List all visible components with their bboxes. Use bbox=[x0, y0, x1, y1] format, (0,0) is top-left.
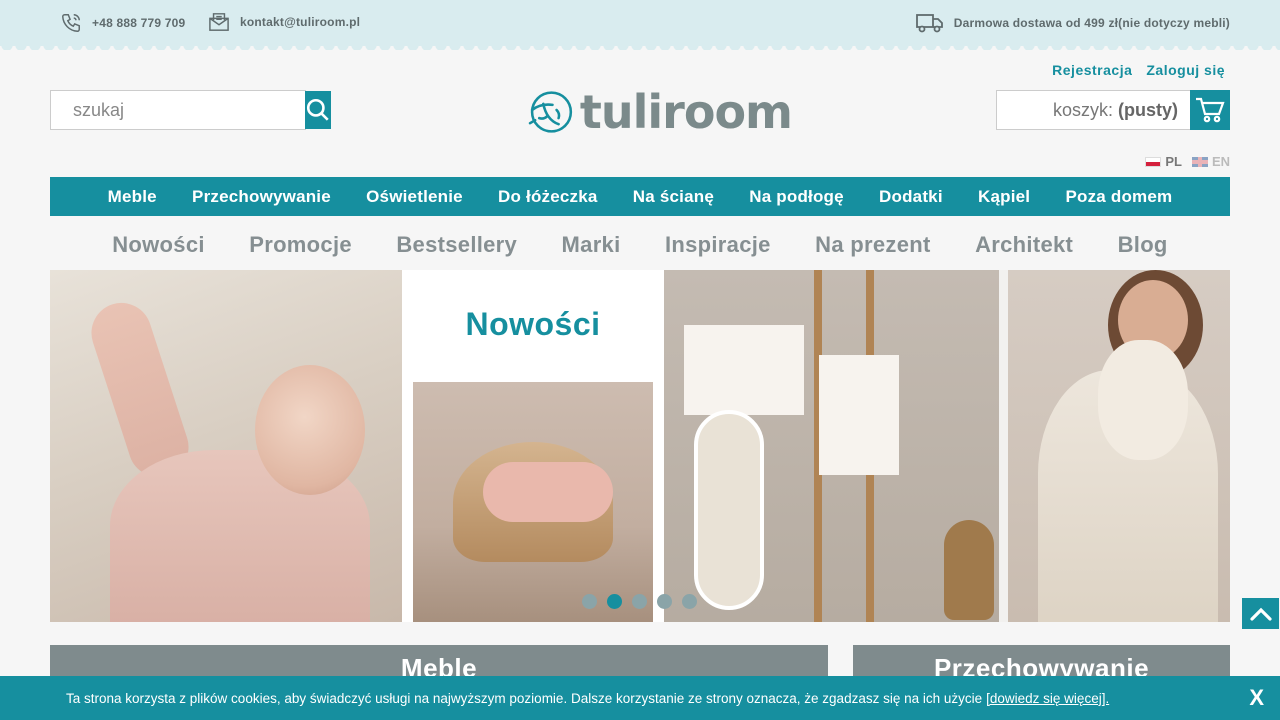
search-button[interactable] bbox=[305, 91, 331, 129]
banner-photo-basket bbox=[413, 382, 653, 622]
banner-photo-baby bbox=[50, 270, 402, 622]
banner-photo-detail bbox=[944, 520, 994, 620]
banner-photo-detail bbox=[684, 325, 804, 415]
scroll-to-top-button[interactable] bbox=[1242, 598, 1279, 629]
cookie-text: Ta strona korzysta z plików cookies, aby… bbox=[66, 690, 983, 706]
cart-summary: koszyk: (pusty) bbox=[997, 91, 1190, 129]
cookie-close-button[interactable]: X bbox=[1249, 685, 1264, 711]
logo-text: tuliroom bbox=[579, 85, 793, 139]
banner-photo-detail bbox=[483, 462, 613, 522]
slider-dot-1[interactable] bbox=[582, 594, 597, 609]
hero-banner[interactable]: Nowości bbox=[50, 270, 1230, 622]
language-en-label: EN bbox=[1211, 154, 1230, 169]
cookie-bar: Ta strona korzysta z plików cookies, aby… bbox=[0, 676, 1280, 720]
truck-icon bbox=[915, 14, 943, 33]
email-address: kontakt@tuliroom.pl bbox=[240, 15, 361, 29]
secondary-nav-nowosci[interactable]: Nowości bbox=[112, 232, 205, 258]
chevron-up-icon bbox=[1249, 607, 1272, 621]
cart-label: koszyk: bbox=[1052, 100, 1113, 120]
email-contact[interactable]: kontakt@tuliroom.pl bbox=[208, 12, 360, 32]
category-nav-na-sciane[interactable]: Na ścianę bbox=[633, 187, 714, 207]
phone-number: +48 888 779 709 bbox=[92, 16, 186, 30]
language-pl-label: PL bbox=[1165, 154, 1182, 169]
banner-photo-nursery bbox=[664, 270, 999, 622]
slider-dot-4[interactable] bbox=[657, 594, 672, 609]
banner-title: Nowości bbox=[465, 306, 601, 342]
secondary-nav-na-prezent[interactable]: Na prezent bbox=[815, 232, 930, 258]
poland-flag-icon bbox=[1145, 156, 1162, 167]
banner-photo-mother bbox=[1008, 270, 1230, 622]
envelope-icon bbox=[209, 13, 229, 31]
language-switcher: PL EN bbox=[1145, 154, 1230, 169]
search-icon bbox=[306, 98, 329, 121]
language-en[interactable]: EN bbox=[1191, 154, 1230, 169]
phone-icon bbox=[62, 14, 80, 32]
language-pl[interactable]: PL bbox=[1145, 154, 1182, 169]
secondary-nav-architekt[interactable]: Architekt bbox=[975, 232, 1073, 258]
category-nav-dodatki[interactable]: Dodatki bbox=[879, 187, 943, 207]
secondary-nav: Nowości Promocje Bestsellery Marki Inspi… bbox=[50, 226, 1230, 264]
cookie-learn-more-link[interactable]: [dowiedz się więcej]. bbox=[986, 691, 1109, 706]
shipping-info: Darmowa dostawa od 499 zł(nie dotyczy me… bbox=[915, 12, 1230, 34]
site-logo[interactable]: tuliroom bbox=[528, 68, 793, 156]
auth-links: Rejestracja Zaloguj się bbox=[1052, 62, 1225, 78]
banner-new-arrivals-panel: Nowości bbox=[402, 270, 664, 622]
category-nav: Meble Przechowywanie Oświetlenie Do łóże… bbox=[50, 177, 1230, 216]
cart-icon bbox=[1196, 97, 1225, 123]
uk-flag-icon bbox=[1191, 156, 1208, 167]
category-nav-poza-domem[interactable]: Poza domem bbox=[1065, 187, 1172, 207]
cart-button[interactable] bbox=[1190, 90, 1230, 130]
banner-photo-detail bbox=[1098, 340, 1188, 460]
slider-dot-3[interactable] bbox=[632, 594, 647, 609]
category-nav-do-lozeczka[interactable]: Do łóżeczka bbox=[498, 187, 598, 207]
secondary-nav-promocje[interactable]: Promocje bbox=[249, 232, 352, 258]
category-nav-przechowywanie[interactable]: Przechowywanie bbox=[192, 187, 331, 207]
cart-status: (pusty) bbox=[1118, 100, 1178, 120]
category-nav-meble[interactable]: Meble bbox=[108, 187, 157, 207]
top-bar: +48 888 779 709 kontakt@tuliroom.pl Darm… bbox=[0, 0, 1280, 50]
logo-mark-icon bbox=[528, 91, 573, 133]
cart-widget[interactable]: koszyk: (pusty) bbox=[996, 90, 1230, 130]
banner-photo-detail bbox=[255, 365, 365, 495]
search-input[interactable] bbox=[51, 91, 305, 129]
shipping-text: Darmowa dostawa od 499 zł(nie dotyczy me… bbox=[953, 16, 1230, 30]
secondary-nav-marki[interactable]: Marki bbox=[562, 232, 621, 258]
login-link[interactable]: Zaloguj się bbox=[1146, 62, 1225, 78]
category-nav-na-podloge[interactable]: Na podłogę bbox=[749, 187, 844, 207]
slider-dot-2[interactable] bbox=[607, 594, 622, 609]
category-nav-oswietlenie[interactable]: Oświetlenie bbox=[366, 187, 463, 207]
category-nav-kapiel[interactable]: Kąpiel bbox=[978, 187, 1030, 207]
banner-photo-detail bbox=[694, 410, 764, 610]
search-box bbox=[50, 90, 331, 130]
phone-contact[interactable]: +48 888 779 709 bbox=[60, 12, 185, 34]
banner-photo-detail bbox=[819, 355, 899, 475]
secondary-nav-inspiracje[interactable]: Inspiracje bbox=[665, 232, 771, 258]
slider-dot-5[interactable] bbox=[682, 594, 697, 609]
secondary-nav-bestsellery[interactable]: Bestsellery bbox=[396, 232, 517, 258]
register-link[interactable]: Rejestracja bbox=[1052, 62, 1132, 78]
slider-dots bbox=[582, 594, 697, 609]
secondary-nav-blog[interactable]: Blog bbox=[1118, 232, 1168, 258]
